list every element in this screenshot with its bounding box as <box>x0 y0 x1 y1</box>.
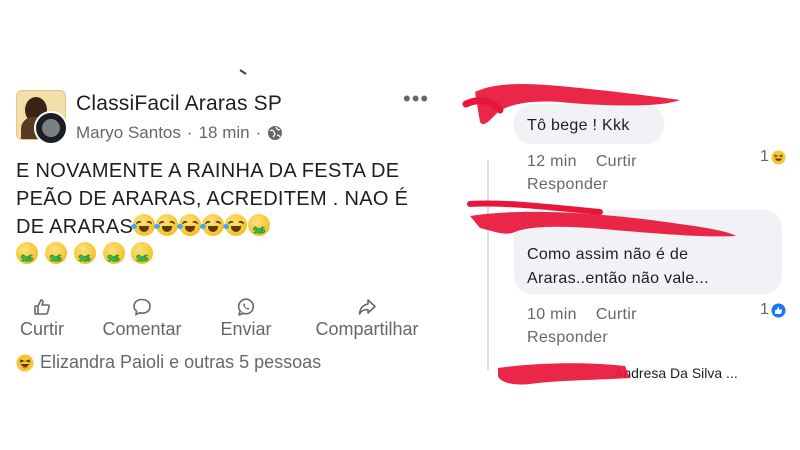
comment-reaction-count-2[interactable]: 1 <box>760 301 786 319</box>
meta-separator: · <box>186 123 193 142</box>
comment-reply-button-1[interactable]: Responder <box>527 176 608 193</box>
money-mouth-emoji <box>73 242 96 273</box>
share-icon <box>358 299 376 315</box>
like-reaction-icon <box>771 303 786 317</box>
like-label: Curtir <box>20 319 64 339</box>
laughing-emoji <box>177 214 202 236</box>
reactions-text: Elizandra Paioli e outras 5 pessoas <box>40 352 322 372</box>
laughing-emoji <box>154 214 179 236</box>
comment-reaction-count-1[interactable]: 1 <box>760 148 786 166</box>
post-time[interactable]: 18 min <box>199 123 250 143</box>
group-name[interactable]: ClassiFacil Araras SP <box>76 92 282 116</box>
comment-meta-2: 10 min Curtir Responder <box>527 303 637 349</box>
send-button[interactable]: Enviar <box>214 297 278 340</box>
thread-line <box>487 160 489 370</box>
author-avatar[interactable] <box>34 111 68 145</box>
post-text: E NOVAMENTE A RAINHA DA FESTA DE PEÃO DE… <box>16 157 426 273</box>
author-name[interactable]: Maryo Santos <box>76 123 181 143</box>
haha-reaction-icon <box>16 354 34 371</box>
reaction-count-2: 1 <box>760 301 769 318</box>
like-button[interactable]: Curtir <box>14 297 70 340</box>
globe-icon <box>268 126 283 140</box>
comment-meta-1: 12 min Curtir Responder <box>527 150 637 196</box>
whatsapp-icon <box>237 298 255 316</box>
comment-label: Comentar <box>102 319 182 339</box>
post-meta: Maryo Santos · 18 min · <box>76 123 283 143</box>
money-mouth-emoji <box>44 242 67 273</box>
meta-separator-2: · <box>255 123 262 142</box>
send-label: Enviar <box>220 319 272 339</box>
comment-button[interactable]: Comentar <box>96 297 188 340</box>
comment-text-2: Como assim não é de Araras..então não va… <box>527 246 709 287</box>
share-label: Compartilhar <box>315 319 419 339</box>
reactions-summary[interactable]: Elizandra Paioli e outras 5 pessoas <box>16 352 321 373</box>
laughing-emoji <box>223 214 248 236</box>
thumbs-up-icon <box>34 299 50 315</box>
comment-text-3: Andresa Da Silva ... <box>614 365 738 381</box>
post-actions: Curtir Comentar Enviar Compartilhar <box>14 297 434 347</box>
money-mouth-emoji <box>16 242 38 273</box>
comment-time-2[interactable]: 10 min <box>527 306 577 323</box>
haha-reaction-icon <box>771 150 786 164</box>
laughing-emoji <box>131 214 156 236</box>
comment-like-button-2[interactable]: Curtir <box>596 306 637 323</box>
reaction-count-1: 1 <box>760 148 769 165</box>
comment-icon <box>133 298 151 316</box>
money-mouth-emoji <box>131 242 154 273</box>
laughing-emoji <box>200 214 225 236</box>
more-dots-icon[interactable]: ••• <box>403 88 429 110</box>
comment-reply-button-2[interactable]: Responder <box>527 329 608 346</box>
money-mouth-emoji <box>102 242 125 273</box>
share-button[interactable]: Compartilhar <box>304 297 430 340</box>
comment-like-button-1[interactable]: Curtir <box>596 153 637 170</box>
money-mouth-emoji <box>248 214 271 245</box>
comment-time-1[interactable]: 12 min <box>527 153 577 170</box>
comment-text-1: Tô bege ! Kkk <box>527 117 630 134</box>
